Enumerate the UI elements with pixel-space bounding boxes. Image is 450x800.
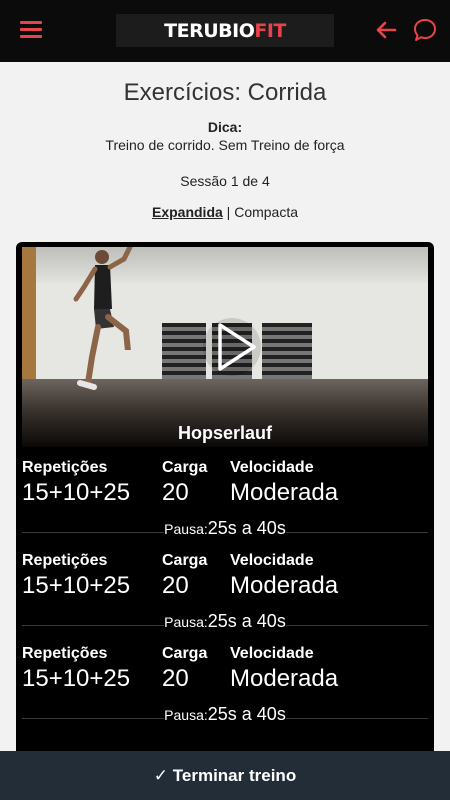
reps-label: Repetições [22,459,108,476]
exercise-name: Hopserlauf [177,423,273,443]
logo-main-text: TERUBIO [164,19,255,42]
play-icon[interactable] [202,317,262,377]
speed-label: Velocidade [230,459,314,476]
view-expanded-link[interactable]: Expandida [152,204,223,220]
pause-value: 25s a 40s [207,518,286,538]
reps-value: 15+10+25 [22,479,131,506]
hamburger-icon[interactable] [20,21,42,39]
exercise-video[interactable]: Hopserlauf [22,247,428,447]
view-compact-link[interactable]: Compacta [234,204,298,220]
pause-value: 25s a 40s [207,611,286,631]
pause-label: Pausa: [164,521,208,537]
speed-label: Velocidade [230,552,314,569]
tip-text: Treino de corrido. Sem Treino de força [105,137,345,153]
speed-label: Velocidade [230,645,314,662]
load-value: 20 [162,665,189,692]
load-label: Carga [162,645,208,662]
video-weight-rack [262,323,312,381]
logo-accent-text: FIT [254,19,286,42]
pause-label: Pausa: [164,614,208,630]
load-label: Carga [162,552,208,569]
reps-label: Repetições [22,645,108,662]
exercise-card: Hopserlauf Repetições 15+10+25 Carga 20 … [16,242,434,762]
speed-value: Moderada [230,572,339,599]
top-bar: TERUBIOFIT [0,0,450,62]
pause-label: Pausa: [164,707,208,723]
set-row: Repetições 15+10+25 Carga 20 Velocidade … [16,547,434,640]
session-counter: Sessão 1 de 4 [180,173,270,189]
reps-value: 15+10+25 [22,665,131,692]
chat-bubble-icon[interactable] [412,17,438,43]
app-logo: TERUBIOFIT [116,14,334,47]
finish-workout-button[interactable]: ✓ Terminar treino [0,751,450,800]
load-label: Carga [162,459,208,476]
arrow-left-icon[interactable] [375,19,397,41]
view-separator: | [226,204,231,220]
set-row: Repetições 15+10+25 Carga 20 Velocidade … [16,640,434,733]
load-value: 20 [162,572,189,599]
load-value: 20 [162,479,189,506]
athlete-figure [73,247,139,390]
pause-value: 25s a 40s [207,704,286,724]
reps-value: 15+10+25 [22,572,131,599]
video-wood-panel [22,247,36,387]
pause-row: Pausa:25s a 40s [22,518,428,540]
pause-row: Pausa:25s a 40s [22,611,428,633]
tip-label: Dica: [207,119,243,135]
page-title: Exercícios: Corrida [123,79,327,106]
view-toggle: Expandida | Compacta [0,204,450,220]
speed-value: Moderada [230,479,339,506]
video-weight-rack [162,323,206,381]
pause-row: Pausa:25s a 40s [22,704,428,726]
speed-value: Moderada [230,665,339,692]
reps-label: Repetições [22,552,108,569]
finish-workout-label: ✓ Terminar treino [153,765,297,785]
set-row: Repetições 15+10+25 Carga 20 Velocidade … [16,454,434,547]
